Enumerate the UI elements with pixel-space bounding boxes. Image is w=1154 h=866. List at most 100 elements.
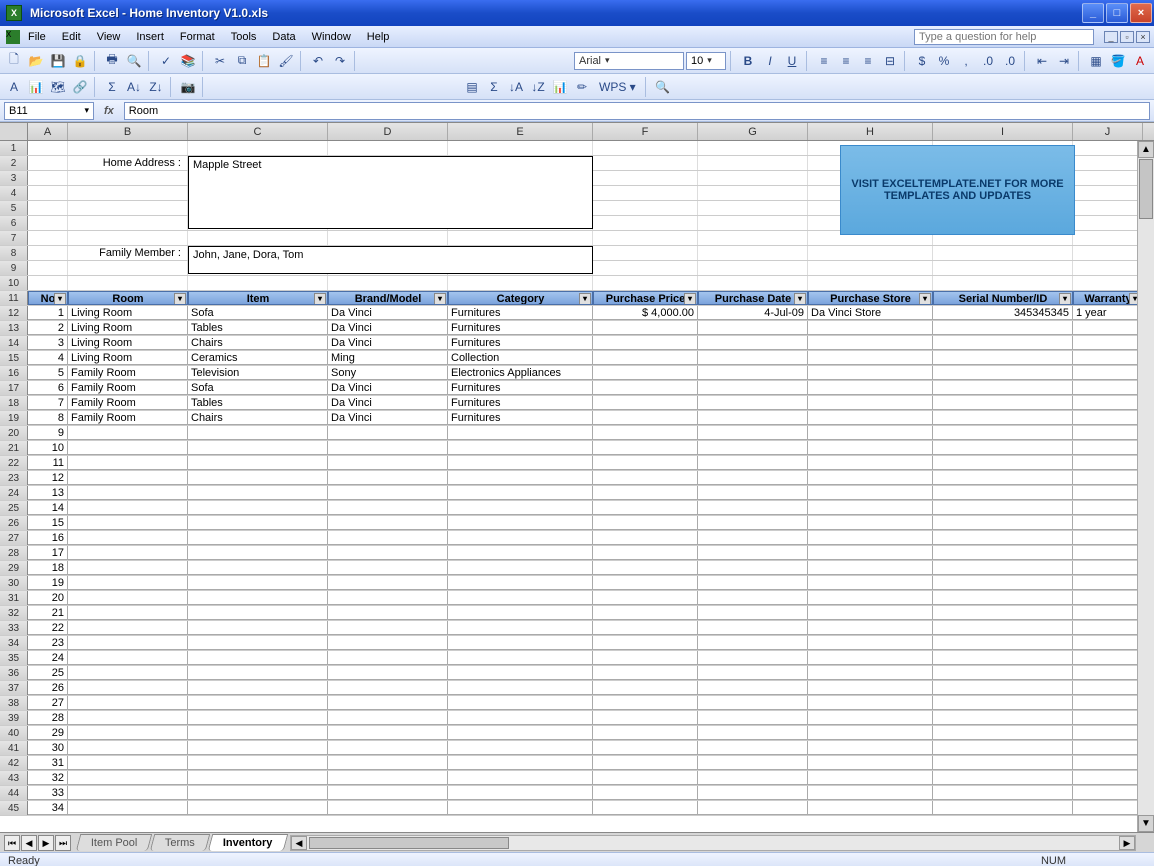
cell[interactable]: Sofa (188, 306, 328, 320)
cell[interactable] (933, 441, 1073, 455)
name-box[interactable]: B11▾ (4, 102, 94, 120)
cell[interactable] (933, 411, 1073, 425)
menu-view[interactable]: View (89, 29, 129, 45)
tbl-header-category[interactable]: Category▾ (448, 291, 593, 305)
menu-help[interactable]: Help (359, 29, 398, 45)
cell[interactable] (808, 531, 933, 545)
cell[interactable] (328, 771, 448, 785)
cell[interactable]: Chairs (188, 336, 328, 350)
cell[interactable] (188, 501, 328, 515)
cell[interactable] (328, 486, 448, 500)
cell[interactable] (698, 351, 808, 365)
cell[interactable] (448, 621, 593, 635)
cell[interactable] (933, 756, 1073, 770)
cell[interactable] (448, 231, 593, 245)
cell[interactable] (1073, 471, 1143, 485)
cell[interactable] (698, 216, 808, 230)
cell[interactable] (328, 576, 448, 590)
cell[interactable] (328, 426, 448, 440)
cell[interactable] (28, 141, 68, 155)
cell[interactable] (328, 516, 448, 530)
cell[interactable] (188, 546, 328, 560)
cell[interactable] (933, 696, 1073, 710)
cell[interactable] (448, 636, 593, 650)
cell[interactable] (188, 516, 328, 530)
row-header[interactable]: 34 (0, 636, 28, 650)
cell[interactable] (1073, 201, 1143, 215)
cell[interactable]: 19 (28, 576, 68, 590)
cell[interactable] (188, 681, 328, 695)
decrease-decimal-icon[interactable]: .0 (1000, 51, 1020, 71)
row-header[interactable]: 6 (0, 216, 28, 230)
cell[interactable] (698, 786, 808, 800)
filter-arrow-icon[interactable]: ▾ (434, 293, 446, 305)
cell[interactable]: Da Vinci (328, 336, 448, 350)
scroll-left-icon[interactable]: ◀ (291, 836, 307, 850)
worksheet-grid[interactable]: ABCDEFGHIJ 12Home Address :345678Family … (0, 122, 1154, 832)
cell[interactable] (698, 576, 808, 590)
cell[interactable]: 4 (28, 351, 68, 365)
cell[interactable] (698, 186, 808, 200)
row-header[interactable]: 24 (0, 486, 28, 500)
cell[interactable] (68, 426, 188, 440)
cell[interactable] (698, 591, 808, 605)
cell[interactable] (68, 441, 188, 455)
cell[interactable] (1073, 261, 1143, 275)
cell[interactable] (593, 471, 698, 485)
percent-icon[interactable]: % (934, 51, 954, 71)
cell[interactable] (808, 516, 933, 530)
cell[interactable] (1073, 561, 1143, 575)
cell[interactable] (68, 801, 188, 815)
sort-a-icon[interactable]: ↓A (506, 77, 526, 97)
cell[interactable] (1073, 546, 1143, 560)
wb-minimize-button[interactable]: _ (1104, 31, 1118, 43)
font-size-select[interactable]: 10 (686, 52, 726, 70)
cell[interactable]: $ 4,000.00 (593, 306, 698, 320)
row-header[interactable]: 29 (0, 561, 28, 575)
cell[interactable] (188, 696, 328, 710)
cell[interactable]: Collection (448, 351, 593, 365)
cell[interactable]: 8 (28, 411, 68, 425)
cell[interactable] (808, 756, 933, 770)
cell[interactable] (1073, 771, 1143, 785)
cell[interactable] (188, 531, 328, 545)
cell[interactable] (593, 336, 698, 350)
cell[interactable] (188, 726, 328, 740)
row-header[interactable]: 17 (0, 381, 28, 395)
cell[interactable] (28, 201, 68, 215)
cell[interactable] (808, 606, 933, 620)
row-header[interactable]: 2 (0, 156, 28, 170)
cell[interactable] (933, 681, 1073, 695)
row-header[interactable]: 18 (0, 396, 28, 410)
cell[interactable] (68, 486, 188, 500)
cell[interactable] (933, 516, 1073, 530)
row-header[interactable]: 28 (0, 546, 28, 560)
cell[interactable] (808, 591, 933, 605)
hyperlink-icon[interactable]: 🔗 (70, 77, 90, 97)
cell[interactable]: 2 (28, 321, 68, 335)
font-select[interactable]: Arial (574, 52, 684, 70)
col-header-G[interactable]: G (698, 123, 808, 140)
row-header[interactable]: 15 (0, 351, 28, 365)
cell[interactable] (68, 636, 188, 650)
cell[interactable] (808, 246, 933, 260)
cell[interactable] (188, 576, 328, 590)
select-all-corner[interactable] (0, 123, 28, 140)
row-header[interactable]: 11 (0, 291, 28, 305)
cell[interactable] (188, 636, 328, 650)
format-painter-icon[interactable]: 🖌 (276, 51, 296, 71)
cell[interactable] (593, 261, 698, 275)
cell[interactable] (1073, 741, 1143, 755)
cell[interactable] (698, 411, 808, 425)
menu-data[interactable]: Data (264, 29, 303, 45)
cell[interactable] (448, 561, 593, 575)
cell[interactable]: Ming (328, 351, 448, 365)
cell[interactable] (1073, 216, 1143, 230)
sheet-tab-inventory[interactable]: Inventory (208, 834, 288, 851)
cell[interactable] (1073, 456, 1143, 470)
cell[interactable] (593, 531, 698, 545)
filter-arrow-icon[interactable]: ▾ (1059, 293, 1071, 305)
cell[interactable] (593, 756, 698, 770)
cell[interactable] (448, 471, 593, 485)
cell[interactable] (593, 246, 698, 260)
